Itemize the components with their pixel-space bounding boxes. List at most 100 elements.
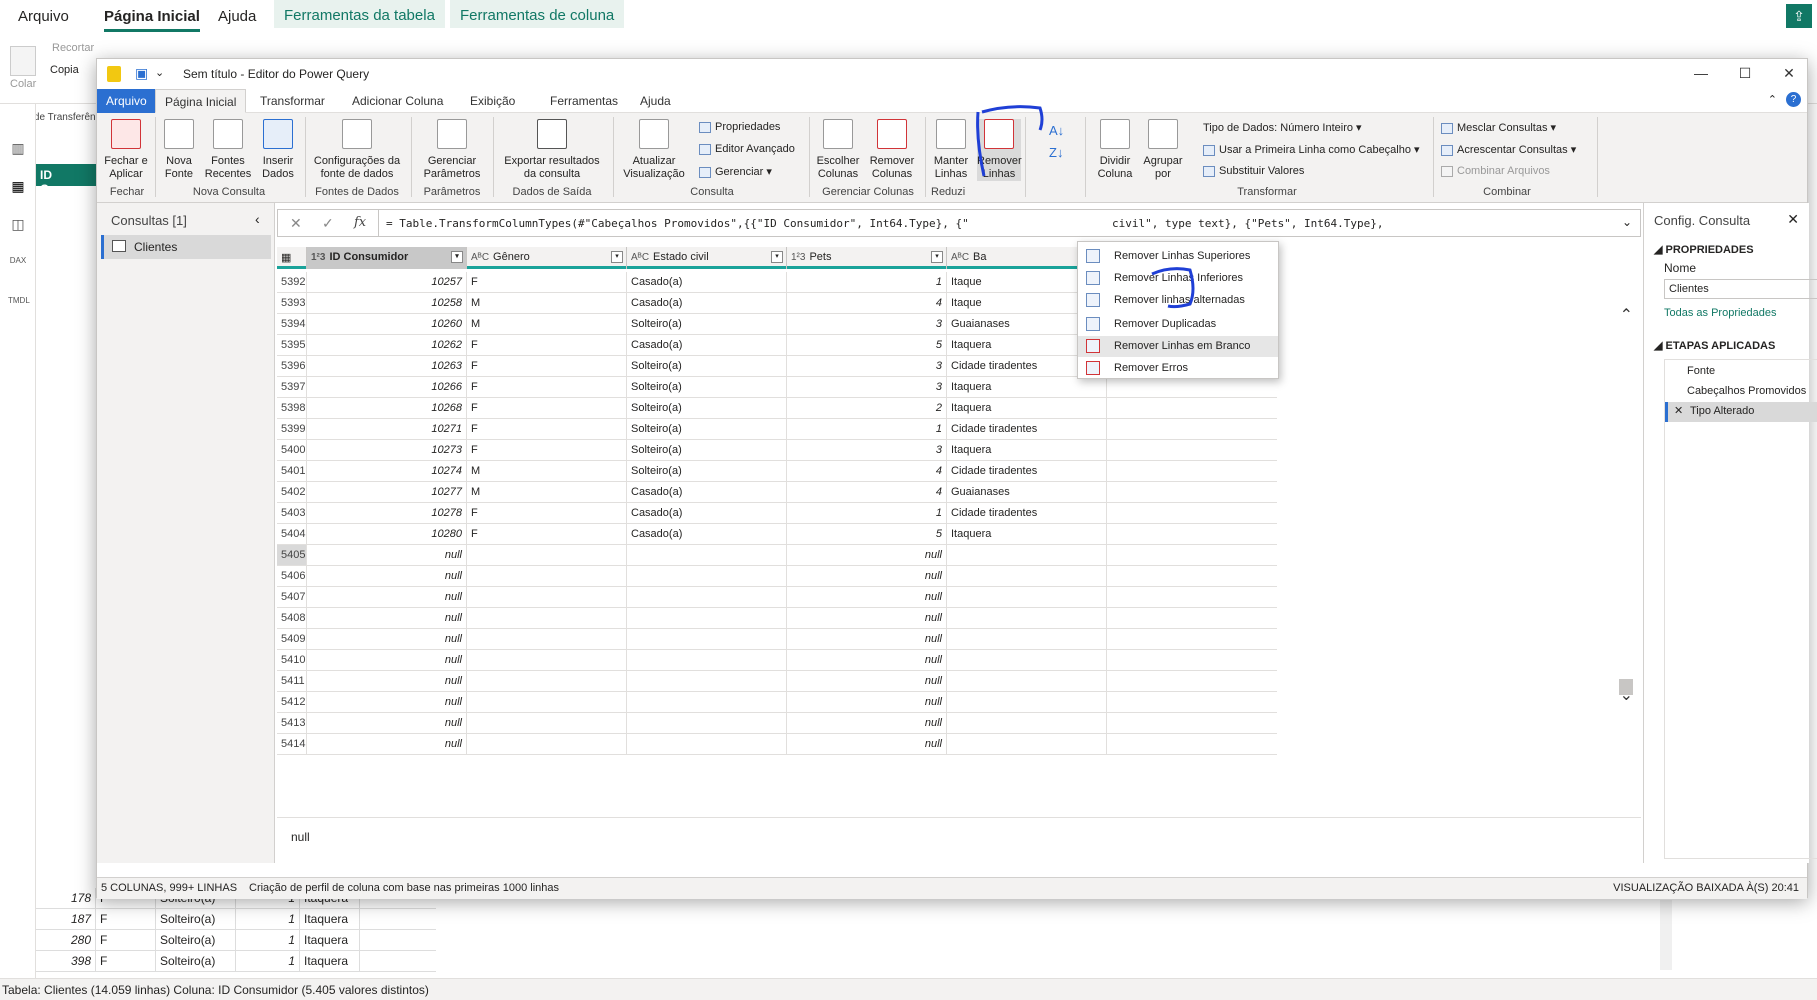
cell-estado-civil[interactable]: Solteiro(a) (627, 314, 787, 334)
save-icon[interactable]: ▣ (135, 65, 148, 82)
cell-id-consumidor[interactable]: 10268 (307, 398, 467, 418)
column-header-id-consumidor[interactable]: 1²3 ID Consumidor ▾ (307, 247, 467, 269)
formula-bar[interactable]: ✕ ✓ fx = Table.TransformColumnTypes(#"Ca… (277, 209, 1641, 237)
manter-linhas-button[interactable]: Manter Linhas (929, 119, 973, 181)
cell-genero[interactable]: F (467, 503, 627, 523)
tab-adicionar-coluna[interactable]: Adicionar Coluna (343, 89, 452, 113)
table-row[interactable]: 5409 null null (277, 629, 1277, 650)
exportar-button[interactable]: Exportar resultados da consulta (497, 119, 607, 181)
cell-bairro[interactable] (947, 713, 1107, 733)
table-row[interactable]: 5403 10278 F Casado(a) 1 Cidade tiradentes (277, 503, 1277, 524)
row-number[interactable]: 5407 (277, 587, 307, 607)
status-profiling[interactable]: Criação de perfil de coluna com base nas… (249, 882, 559, 894)
cell-pets[interactable]: 5 (787, 524, 947, 544)
formula-text[interactable]: = Table.TransformColumnTypes(#"Cabeçalho… (386, 217, 969, 230)
step-fonte[interactable]: Fonte✱ (1665, 362, 1817, 382)
tab-ajuda[interactable]: Ajuda (631, 89, 680, 113)
cell-bairro[interactable]: Cidade tiradentes (947, 503, 1107, 523)
cell-estado-civil[interactable] (627, 650, 787, 670)
model-view-icon[interactable]: ◫ (8, 216, 28, 232)
pbi-cell[interactable]: Itaquera (300, 930, 360, 950)
cell-estado-civil[interactable]: Casado(a) (627, 293, 787, 313)
tab-transformar[interactable]: Transformar (251, 89, 334, 113)
cell-genero[interactable]: M (467, 461, 627, 481)
column-header-pets[interactable]: 1²3 Pets ▾ (787, 247, 947, 269)
tab-exibicao[interactable]: Exibição (461, 89, 524, 113)
column-header-estado-civil[interactable]: AᴮC Estado civil ▾ (627, 247, 787, 269)
row-number[interactable]: 5395 (277, 335, 307, 355)
combinar-arquivos-button[interactable]: Combinar Arquivos (1441, 165, 1550, 177)
pbi-scrollbar[interactable] (1660, 900, 1672, 970)
cell-pets[interactable]: 3 (787, 377, 947, 397)
cell-estado-civil[interactable] (627, 545, 787, 565)
escolher-colunas-button[interactable]: Escolher Colunas (813, 119, 863, 181)
copiar-button[interactable]: Copia (50, 64, 79, 76)
share-icon[interactable]: ⇪ (1786, 4, 1812, 28)
table-row[interactable]: 5401 10274 M Solteiro(a) 4 Cidade tiradentes (277, 461, 1277, 482)
cell-genero[interactable] (467, 629, 627, 649)
table-row[interactable]: 5398 10268 F Solteiro(a) 2 Itaquera (277, 398, 1277, 419)
cell-id-consumidor[interactable]: null (307, 629, 467, 649)
pbi-tab-arquivo[interactable]: Arquivo (18, 8, 69, 25)
menu-item-remover-duplicadas[interactable]: Remover Duplicadas (1078, 314, 1278, 335)
cell-genero[interactable] (467, 713, 627, 733)
table-menu-icon[interactable]: ▦ (277, 247, 307, 269)
maximize-icon[interactable]: ☐ (1735, 65, 1755, 83)
pbi-table-row[interactable]: 280 F Solteiro(a) 1 Itaquera (36, 930, 436, 951)
row-number[interactable]: 5412 (277, 692, 307, 712)
cell-id-consumidor[interactable]: 10257 (307, 272, 467, 292)
cell-id-consumidor[interactable]: null (307, 608, 467, 628)
pbi-cell[interactable]: Solteiro(a) (156, 951, 236, 971)
row-number[interactable]: 5414 (277, 734, 307, 754)
cell-id-consumidor[interactable]: 10263 (307, 356, 467, 376)
tab-pagina-inicial[interactable]: Página Inicial (155, 89, 247, 113)
cell-id-consumidor[interactable]: null (307, 650, 467, 670)
row-number[interactable]: 5403 (277, 503, 307, 523)
menu-item-remover-linhas-alternadas[interactable]: Remover linhas alternadas (1078, 290, 1278, 311)
step-cabecalhos-promovidos[interactable]: Cabeçalhos Promovidos✱ (1665, 382, 1817, 402)
cell-pets[interactable]: 1 (787, 272, 947, 292)
row-number[interactable]: 5406 (277, 566, 307, 586)
table-row[interactable]: 5399 10271 F Solteiro(a) 1 Cidade tiradentes (277, 419, 1277, 440)
cell-pets[interactable]: null (787, 608, 947, 628)
cell-genero[interactable] (467, 650, 627, 670)
collapse-ribbon-icon[interactable]: ⌃ (1768, 93, 1777, 106)
cell-estado-civil[interactable]: Solteiro(a) (627, 377, 787, 397)
help-icon[interactable]: ? (1786, 92, 1801, 107)
cell-bairro[interactable] (947, 629, 1107, 649)
minimize-icon[interactable]: — (1691, 65, 1711, 83)
table-view-icon[interactable]: ▦ (8, 178, 28, 194)
quick-access-dropdown-icon[interactable]: ⌄ (155, 66, 164, 79)
step-tipo-alterado[interactable]: ✕ Tipo Alterado (1665, 402, 1817, 422)
cell-estado-civil[interactable]: Casado(a) (627, 482, 787, 502)
pbi-tab-pagina-inicial[interactable]: Página Inicial (104, 8, 200, 32)
cell-pets[interactable]: null (787, 734, 947, 754)
table-row[interactable]: 5414 null null (277, 734, 1277, 755)
cell-id-consumidor[interactable]: 10277 (307, 482, 467, 502)
cell-estado-civil[interactable] (627, 734, 787, 754)
type-icon[interactable]: AᴮC (631, 252, 649, 263)
row-number[interactable]: 5398 (277, 398, 307, 418)
cell-bairro[interactable]: Cidade tiradentes (947, 419, 1107, 439)
filter-dropdown-icon[interactable]: ▾ (451, 251, 463, 263)
table-row[interactable]: 5405 null null (277, 545, 1277, 566)
cell-estado-civil[interactable]: Casado(a) (627, 272, 787, 292)
cell-id-consumidor[interactable]: 10258 (307, 293, 467, 313)
pbi-tab-ferramentas-coluna[interactable]: Ferramentas de coluna (450, 0, 625, 28)
pbi-cell[interactable]: 1 (236, 930, 300, 950)
pbi-cell[interactable]: Itaquera (300, 951, 360, 971)
propriedades-button[interactable]: Propriedades (699, 121, 780, 133)
cell-estado-civil[interactable] (627, 587, 787, 607)
primeira-linha-button[interactable]: Usar a Primeira Linha como Cabeçalho ▾ (1203, 143, 1420, 156)
table-row[interactable]: 5410 null null (277, 650, 1277, 671)
pbi-table-row[interactable]: 398 F Solteiro(a) 1 Itaquera (36, 951, 436, 972)
pbi-cell[interactable]: 178 (36, 888, 96, 908)
query-item-clientes[interactable]: Clientes (101, 235, 271, 259)
paste-icon[interactable] (10, 46, 36, 76)
fx-icon[interactable]: fx (354, 215, 366, 230)
row-number[interactable]: 5392 (277, 272, 307, 292)
pbi-cell[interactable]: F (96, 909, 156, 929)
row-number[interactable]: 5410 (277, 650, 307, 670)
cell-bairro[interactable]: Itaquera (947, 377, 1107, 397)
pbi-cell[interactable]: Solteiro(a) (156, 930, 236, 950)
